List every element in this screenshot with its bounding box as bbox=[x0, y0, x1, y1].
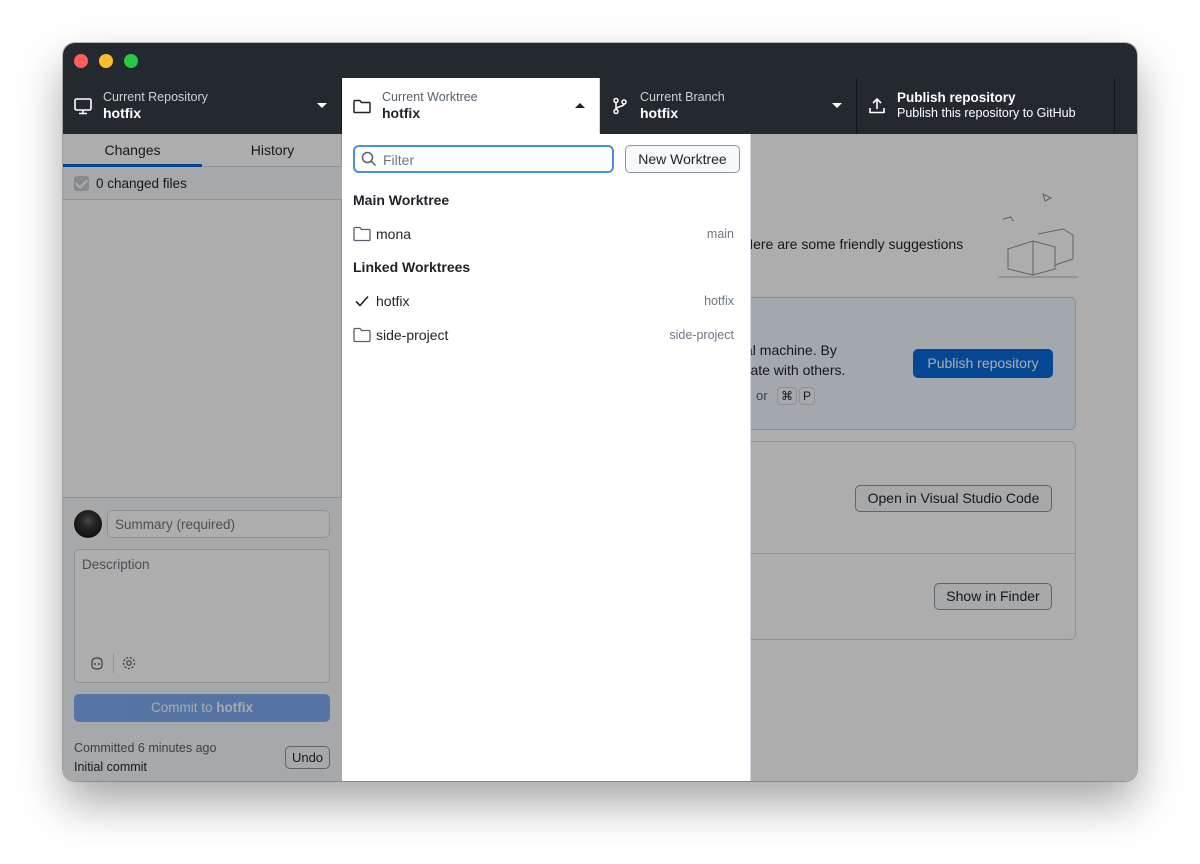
toolbar-label: Current Repository bbox=[103, 90, 208, 104]
worktree-name: side-project bbox=[376, 327, 449, 343]
title-bar bbox=[63, 43, 1137, 78]
checkmark-icon bbox=[355, 295, 369, 307]
toolbar: Current Repository hotfix Current Worktr… bbox=[63, 78, 1137, 134]
toolbar-label: Current Worktree bbox=[382, 90, 478, 104]
filter-input[interactable]: Filter bbox=[353, 145, 614, 173]
search-icon bbox=[361, 151, 377, 167]
chevron-down-icon bbox=[317, 103, 327, 108]
zoom-window-button[interactable] bbox=[124, 54, 138, 68]
current-worktree-button[interactable]: Current Worktree hotfix bbox=[342, 78, 600, 134]
current-branch-button[interactable]: Current Branch hotfix bbox=[600, 78, 857, 134]
worktree-item-hotfix[interactable]: hotfix hotfix bbox=[342, 285, 751, 318]
new-worktree-button[interactable]: New Worktree bbox=[625, 145, 740, 173]
branch-name: hotfix bbox=[640, 105, 679, 121]
worktree-branch: hotfix bbox=[704, 294, 734, 308]
current-repository-button[interactable]: Current Repository hotfix bbox=[63, 78, 342, 134]
toolbar-label: Current Branch bbox=[640, 90, 725, 104]
filter-placeholder: Filter bbox=[383, 152, 415, 168]
chevron-up-icon bbox=[575, 103, 585, 108]
worktree-item-mona[interactable]: mona main bbox=[342, 218, 751, 251]
upload-icon bbox=[869, 97, 885, 114]
publish-title: Publish repository bbox=[897, 90, 1016, 105]
worktree-branch: main bbox=[706, 227, 734, 241]
worktree-name: hotfix bbox=[382, 105, 421, 121]
git-branch-icon bbox=[613, 97, 627, 115]
app-window: Current Repository hotfix Current Worktr… bbox=[63, 43, 1137, 781]
main-worktree-heading: Main Worktree bbox=[353, 192, 450, 208]
desktop-computer-icon bbox=[74, 98, 92, 115]
worktree-branch: side-project bbox=[669, 328, 734, 342]
publish-subtitle: Publish this repository to GitHub bbox=[897, 106, 1076, 120]
worktree-name: mona bbox=[376, 226, 412, 242]
worktree-item-side-project[interactable]: side-project side-project bbox=[342, 319, 751, 352]
minimize-window-button[interactable] bbox=[99, 54, 113, 68]
folder-icon bbox=[353, 226, 371, 242]
folder-icon bbox=[353, 99, 371, 114]
chevron-down-icon bbox=[832, 103, 842, 108]
publish-repository-toolbar-button[interactable]: Publish repository Publish this reposito… bbox=[857, 78, 1115, 134]
linked-worktrees-heading: Linked Worktrees bbox=[353, 259, 471, 275]
folder-icon bbox=[353, 327, 371, 343]
worktree-dropdown: Filter New Worktree Main Worktree mona m… bbox=[342, 134, 751, 781]
worktree-name: hotfix bbox=[376, 293, 410, 309]
close-window-button[interactable] bbox=[74, 54, 88, 68]
repository-name: hotfix bbox=[103, 105, 142, 121]
